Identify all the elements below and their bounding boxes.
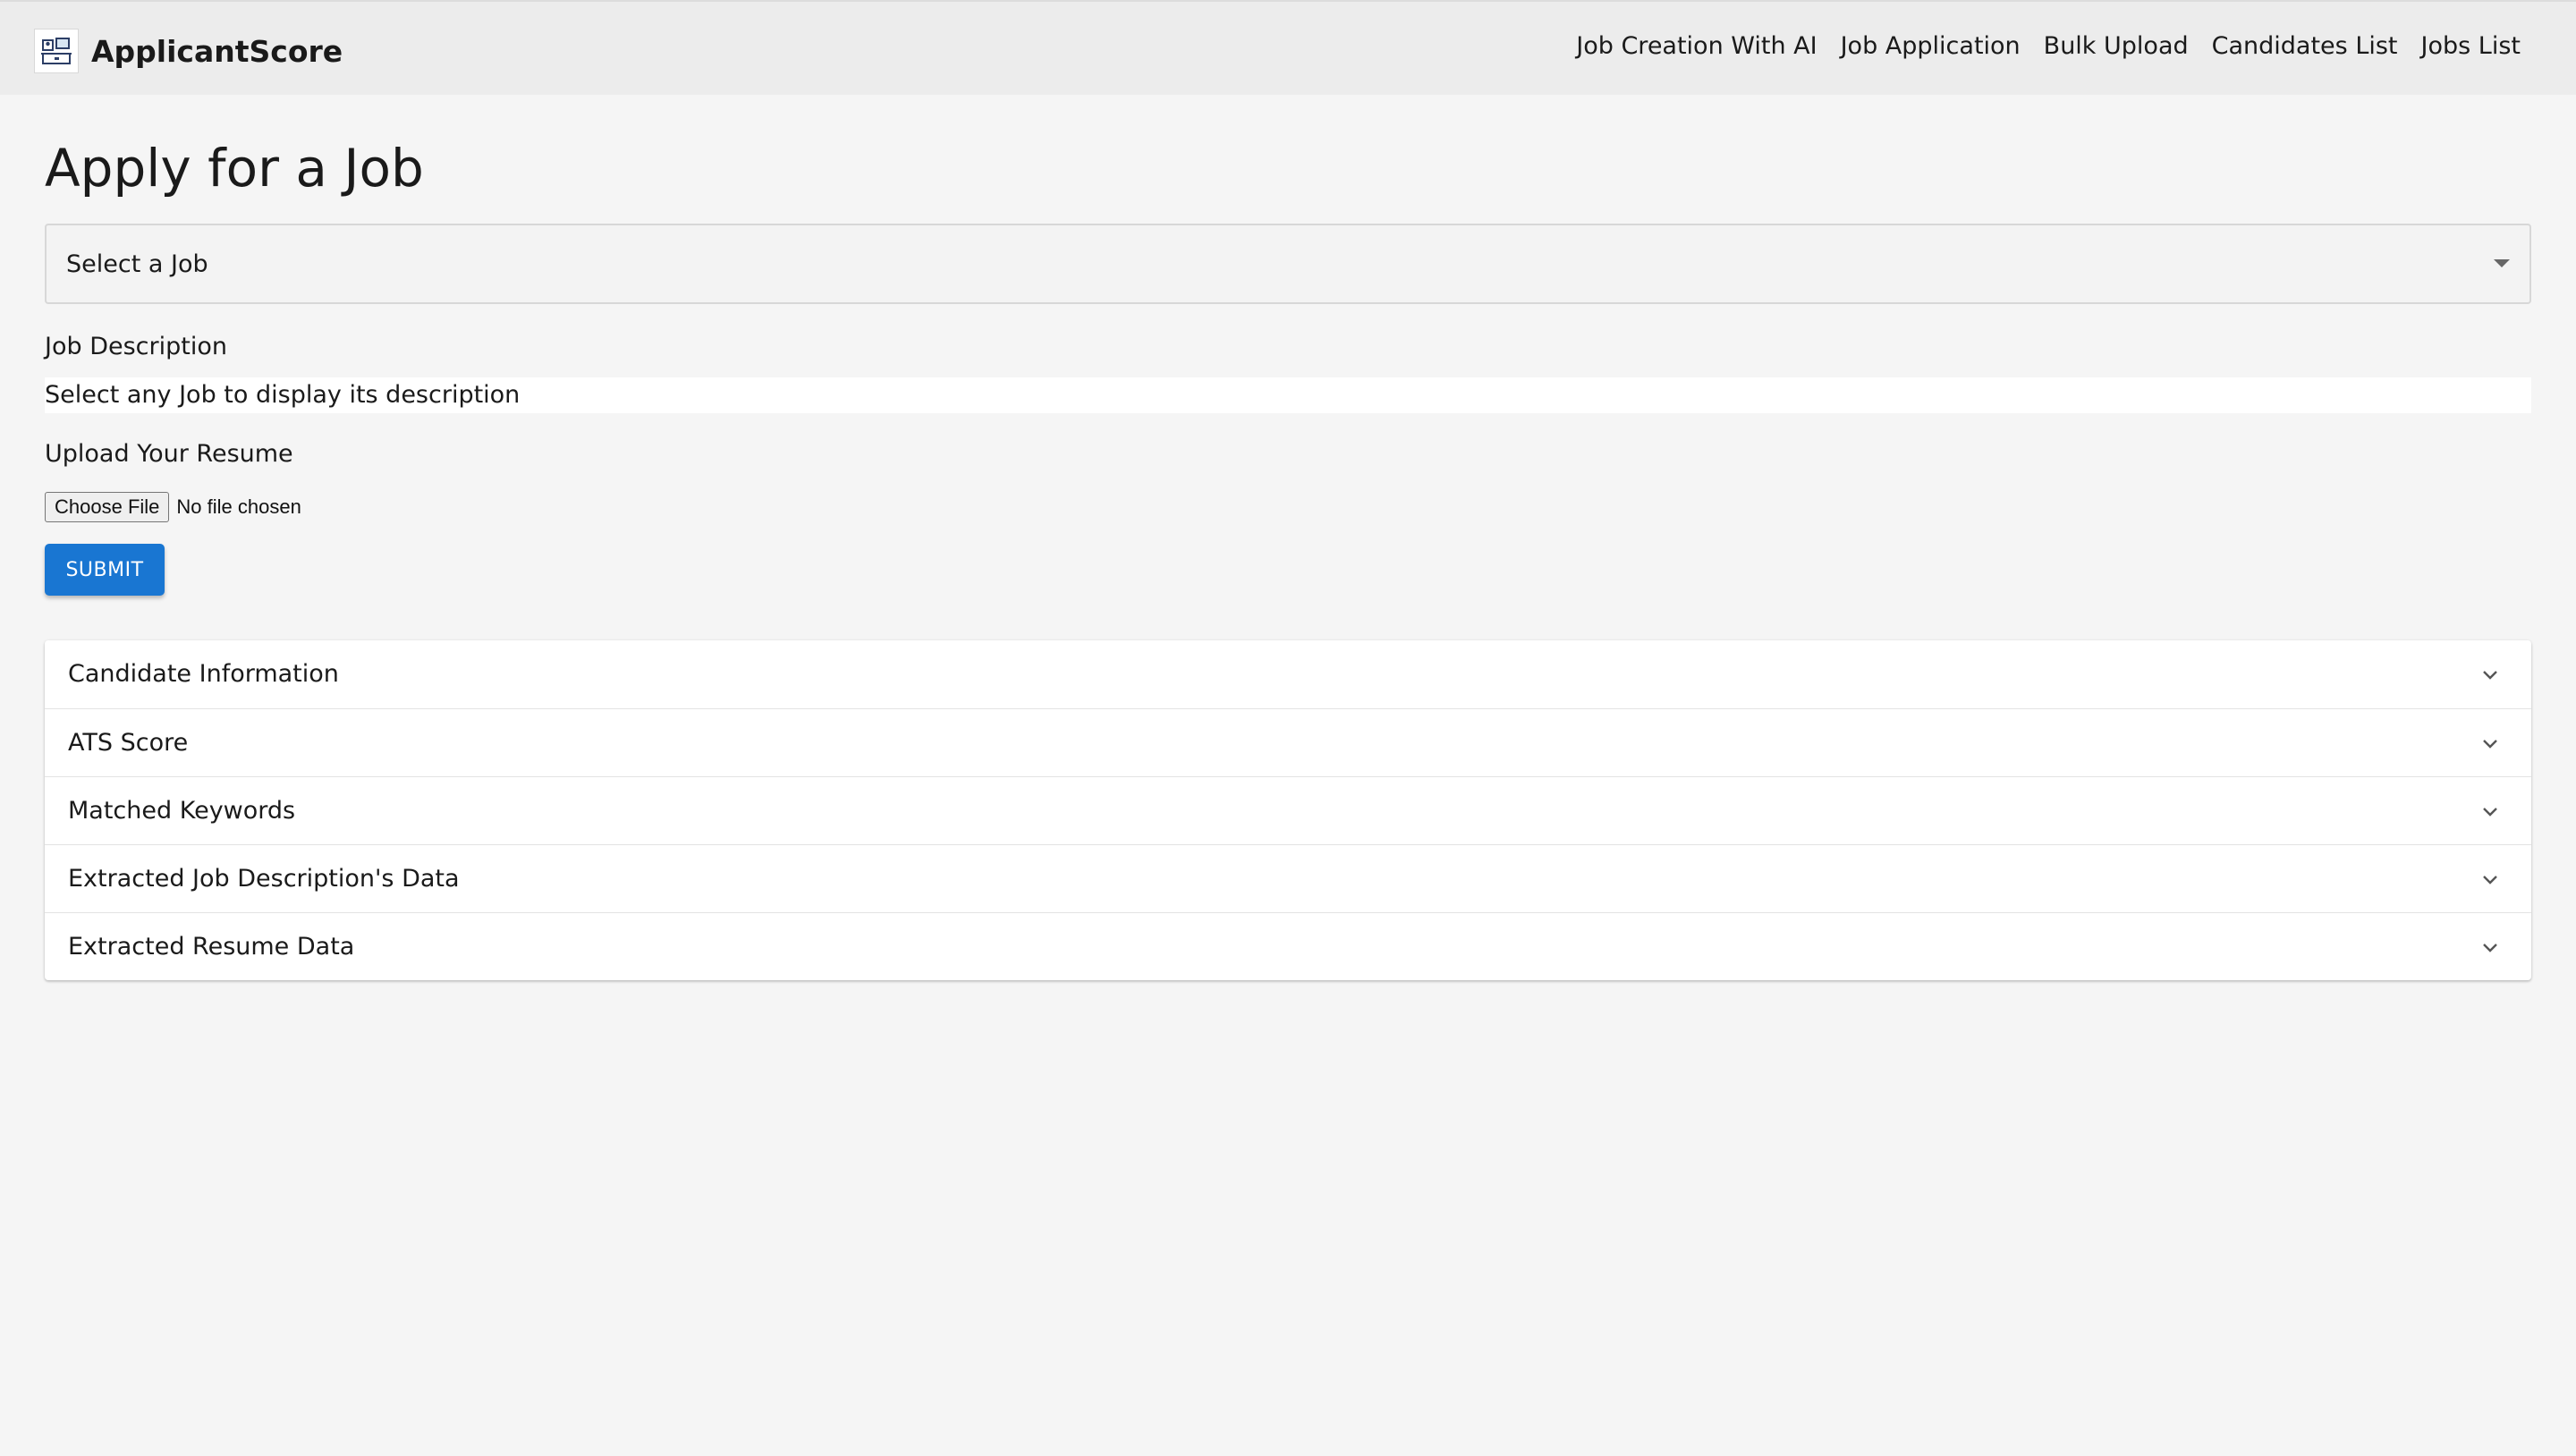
file-status: No file chosen <box>176 495 301 518</box>
upload-resume-label: Upload Your Resume <box>45 440 293 468</box>
caret-down-icon <box>2494 259 2510 267</box>
accordion-extracted-resume-data[interactable]: Extracted Resume Data <box>45 912 2531 980</box>
top-navbar: ApplicantScore Job Creation With AI Job … <box>0 0 2576 95</box>
job-description-area: Select any Job to display its descriptio… <box>45 377 2531 413</box>
accordion-title: ATS Score <box>68 729 189 757</box>
page-title: Apply for a Job <box>45 138 424 199</box>
accordion-candidate-information[interactable]: Candidate Information <box>45 640 2531 708</box>
accordion-matched-keywords[interactable]: Matched Keywords <box>45 776 2531 844</box>
job-description-label: Job Description <box>45 333 227 360</box>
nav-link-candidates-list[interactable]: Candidates List <box>2212 32 2398 60</box>
chevron-down-icon <box>2483 808 2497 817</box>
office-desk-icon <box>34 29 79 73</box>
accordion-title: Matched Keywords <box>68 797 296 825</box>
resume-file-input: Choose File No file chosen <box>45 492 301 522</box>
brand[interactable]: ApplicantScore <box>34 29 343 73</box>
nav-link-jobs-list[interactable]: Jobs List <box>2421 32 2521 60</box>
chevron-down-icon <box>2483 944 2497 952</box>
choose-file-button[interactable]: Choose File <box>45 492 170 522</box>
chevron-down-icon <box>2483 876 2497 885</box>
job-description-text: Select any Job to display its descriptio… <box>45 381 521 409</box>
results-accordion: Candidate Information ATS Score Matched … <box>45 640 2531 980</box>
nav-link-job-creation[interactable]: Job Creation With AI <box>1576 32 1817 60</box>
accordion-ats-score[interactable]: ATS Score <box>45 708 2531 776</box>
accordion-title: Candidate Information <box>68 660 339 688</box>
job-select[interactable]: Select a Job <box>45 224 2531 304</box>
accordion-extracted-job-description[interactable]: Extracted Job Description's Data <box>45 844 2531 912</box>
accordion-title: Extracted Resume Data <box>68 933 355 961</box>
chevron-down-icon <box>2483 740 2497 749</box>
brand-name: ApplicantScore <box>91 33 343 69</box>
nav-link-job-application[interactable]: Job Application <box>1841 32 2021 60</box>
submit-button[interactable]: SUBMIT <box>45 544 165 596</box>
accordion-title: Extracted Job Description's Data <box>68 865 460 893</box>
nav-links: Job Creation With AI Job Application Bul… <box>1576 32 2521 60</box>
job-select-value: Select a Job <box>66 250 208 278</box>
chevron-down-icon <box>2483 671 2497 680</box>
nav-link-bulk-upload[interactable]: Bulk Upload <box>2044 32 2189 60</box>
